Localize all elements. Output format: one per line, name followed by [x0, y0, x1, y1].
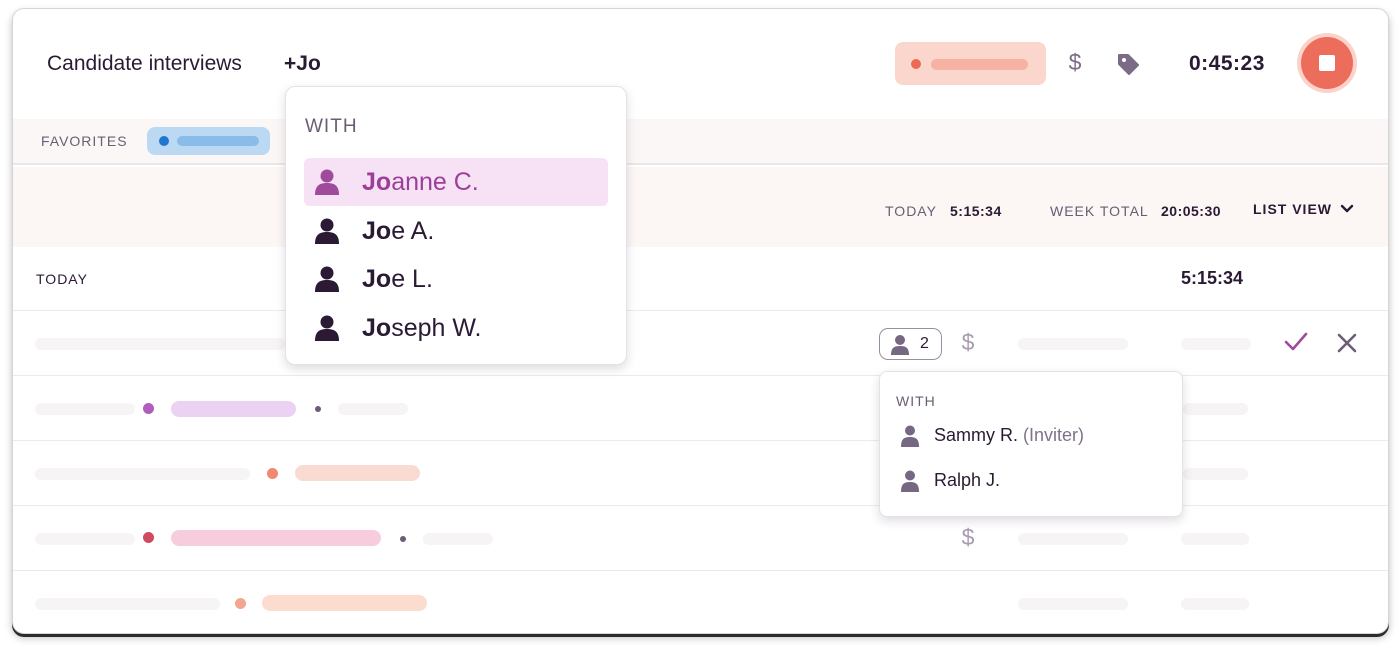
- day-group-header: TODAY 5:15:34: [13, 247, 1388, 311]
- timer-header: Candidate interviews +Jo $ 0:45:23: [13, 9, 1388, 119]
- favorite-name-placeholder: [177, 136, 259, 146]
- stop-icon: [1319, 55, 1335, 71]
- task-name-placeholder: [338, 403, 408, 415]
- timer-display: 0:45:23: [1189, 52, 1265, 75]
- mention-option[interactable]: Joe A.: [304, 207, 608, 255]
- person-icon: [315, 315, 339, 341]
- entry-description-placeholder: [35, 533, 135, 545]
- app-window: Candidate interviews +Jo $ 0:45:23 FAVOR…: [12, 8, 1389, 634]
- today-total-value: 5:15:34: [950, 203, 1002, 219]
- entry-description-placeholder: [35, 338, 285, 350]
- task-description-input[interactable]: Candidate interviews: [47, 52, 242, 76]
- popover-header: WITH: [896, 393, 936, 409]
- day-label: TODAY: [36, 271, 88, 287]
- view-mode-selector[interactable]: LIST VIEW: [1253, 201, 1354, 217]
- project-color-dot: [143, 403, 154, 414]
- entry-duration-placeholder: [1183, 403, 1248, 415]
- person-icon: [901, 425, 919, 447]
- participants-popover: WITH Sammy R. (Inviter) Ralph J.: [879, 371, 1183, 517]
- project-name-placeholder: [295, 465, 420, 481]
- project-color-dot: [267, 468, 278, 479]
- stop-timer-button[interactable]: [1301, 37, 1353, 89]
- entry-description-placeholder: [35, 598, 220, 610]
- project-name-placeholder: [171, 530, 381, 546]
- favorites-bar: FAVORITES: [13, 119, 1388, 165]
- dropdown-header: WITH: [305, 116, 358, 137]
- week-total-label: WEEK TOTAL: [1050, 203, 1149, 219]
- entry-duration-placeholder: [1181, 533, 1249, 545]
- view-mode-label: LIST VIEW: [1253, 201, 1332, 217]
- today-total-label: TODAY: [885, 203, 937, 219]
- mention-autocomplete-dropdown: WITH Joanne C. Joe A. Joe L. Joseph W.: [285, 86, 627, 365]
- dollar-icon[interactable]: $: [959, 329, 977, 356]
- mention-query-text[interactable]: +Jo: [284, 52, 321, 76]
- entry-time-placeholder: [1018, 338, 1128, 350]
- project-color-dot: [911, 59, 921, 69]
- time-entry-row[interactable]: [13, 571, 1388, 633]
- project-color-dot: [235, 598, 246, 609]
- entry-time-placeholder: [1018, 533, 1128, 545]
- project-name-placeholder: [262, 595, 427, 611]
- entry-duration-placeholder: [1181, 338, 1251, 350]
- totals-bar: TODAY 5:15:34 WEEK TOTAL 20:05:30 LIST V…: [13, 167, 1388, 247]
- week-total-value: 20:05:30: [1161, 203, 1222, 219]
- person-icon: [315, 218, 339, 244]
- task-name-placeholder: [423, 533, 493, 545]
- separator-dot: [315, 406, 321, 412]
- participant-name: Ralph J.: [934, 470, 1001, 490]
- favorites-label: FAVORITES: [41, 133, 128, 149]
- entry-duration-placeholder: [1183, 468, 1248, 480]
- mention-option-name: Joe A.: [362, 217, 435, 245]
- person-icon: [901, 470, 919, 492]
- mention-option[interactable]: Joanne C.: [304, 158, 608, 206]
- entry-time-placeholder: [1018, 598, 1128, 610]
- entry-duration-placeholder: [1181, 598, 1249, 610]
- entry-description-placeholder: [35, 468, 250, 480]
- chevron-down-icon: [1340, 204, 1354, 213]
- project-color-dot: [143, 532, 154, 543]
- entry-description-placeholder: [35, 403, 135, 415]
- dollar-icon[interactable]: $: [1063, 49, 1087, 77]
- people-chip[interactable]: 2: [879, 328, 942, 360]
- time-entry-row[interactable]: $: [13, 506, 1388, 571]
- people-count: 2: [920, 335, 929, 352]
- close-icon[interactable]: [1336, 332, 1358, 354]
- day-total: 5:15:34: [1181, 268, 1244, 288]
- mention-option[interactable]: Joseph W.: [304, 304, 608, 352]
- checkmark-icon[interactable]: [1283, 331, 1309, 353]
- mention-option[interactable]: Joe L.: [304, 255, 608, 303]
- favorite-entry[interactable]: [147, 127, 270, 155]
- mention-option-name: Joseph W.: [362, 314, 482, 342]
- time-entry-row[interactable]: 2 $: [13, 311, 1388, 376]
- favorite-color-dot: [159, 136, 169, 146]
- participant-name: Sammy R. (Inviter): [934, 425, 1085, 445]
- project-name-placeholder: [931, 59, 1028, 70]
- dollar-icon[interactable]: $: [959, 524, 977, 551]
- mention-option-name: Joe L.: [362, 265, 433, 293]
- tag-icon[interactable]: [1117, 53, 1141, 75]
- person-icon: [891, 335, 909, 355]
- person-icon: [315, 266, 339, 292]
- project-selector[interactable]: [895, 42, 1046, 85]
- participant-role: (Inviter): [1023, 425, 1085, 445]
- person-icon: [315, 169, 339, 195]
- separator-dot: [400, 536, 406, 542]
- project-name-placeholder: [171, 401, 296, 417]
- mention-option-name: Joanne C.: [362, 168, 479, 196]
